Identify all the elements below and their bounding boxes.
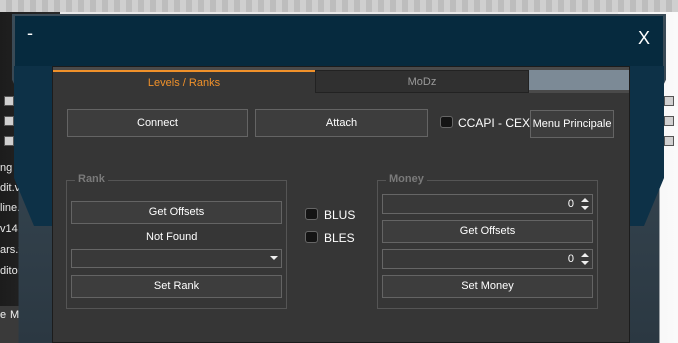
chevron-down-icon — [270, 256, 278, 260]
spin-up-icon[interactable] — [581, 198, 589, 202]
frame-rivet — [664, 136, 674, 146]
menu-principale-button[interactable]: Menu Principale — [530, 110, 614, 138]
blus-label: BLUS — [324, 208, 356, 222]
rank-group-title: Rank — [75, 173, 108, 185]
bles-label: BLES — [324, 231, 355, 245]
attach-button[interactable]: Attach — [255, 109, 428, 137]
spin-up-icon[interactable] — [581, 253, 589, 257]
main-dialog: Levels / Ranks MoDz Connect Attach CCAPI… — [52, 66, 630, 343]
blus-checkbox[interactable] — [305, 208, 318, 220]
spin-down-icon[interactable] — [581, 261, 589, 265]
money-spinner-2[interactable]: 0 — [382, 249, 593, 269]
set-money-button[interactable]: Set Money — [382, 275, 593, 298]
frame-rivet — [4, 116, 14, 126]
background-status-text: e — [0, 309, 7, 321]
tab-modz[interactable]: MoDz — [315, 70, 529, 93]
money-spinner-1-value: 0 — [567, 198, 574, 210]
ccapi-checkbox[interactable] — [440, 116, 453, 128]
money-group: Money 0 Get Offsets 0 Set Money — [377, 173, 598, 309]
desktop-top-strip — [0, 0, 678, 12]
minimize-button[interactable]: - — [27, 24, 33, 42]
rank-group: Rank Get Offsets Not Found Set Rank — [66, 173, 287, 309]
money-spinner-2-value: 0 — [567, 253, 574, 265]
frame-rivet — [4, 96, 14, 106]
tab-levels-ranks[interactable]: Levels / Ranks — [53, 70, 315, 93]
money-spinner-1[interactable]: 0 — [382, 194, 593, 214]
spin-down-icon[interactable] — [581, 206, 589, 210]
rank-select[interactable] — [71, 249, 282, 268]
tab-strip-filler — [529, 70, 629, 90]
frame-rivet — [664, 116, 674, 126]
close-button[interactable]: X — [638, 29, 650, 47]
connect-button[interactable]: Connect — [67, 109, 248, 137]
rank-get-offsets-button[interactable]: Get Offsets — [71, 201, 282, 224]
ccapi-label: CCAPI - CEX — [458, 116, 531, 130]
bles-checkbox[interactable] — [305, 231, 318, 243]
tab-strip: Levels / Ranks MoDz — [53, 67, 629, 93]
set-rank-button[interactable]: Set Rank — [71, 275, 282, 298]
money-get-offsets-button[interactable]: Get Offsets — [382, 220, 593, 243]
rank-status-text: Not Found — [146, 231, 198, 243]
frame-rivet — [4, 136, 14, 146]
money-group-title: Money — [386, 173, 427, 185]
title-bar — [15, 16, 663, 66]
frame-rivet — [664, 96, 674, 106]
